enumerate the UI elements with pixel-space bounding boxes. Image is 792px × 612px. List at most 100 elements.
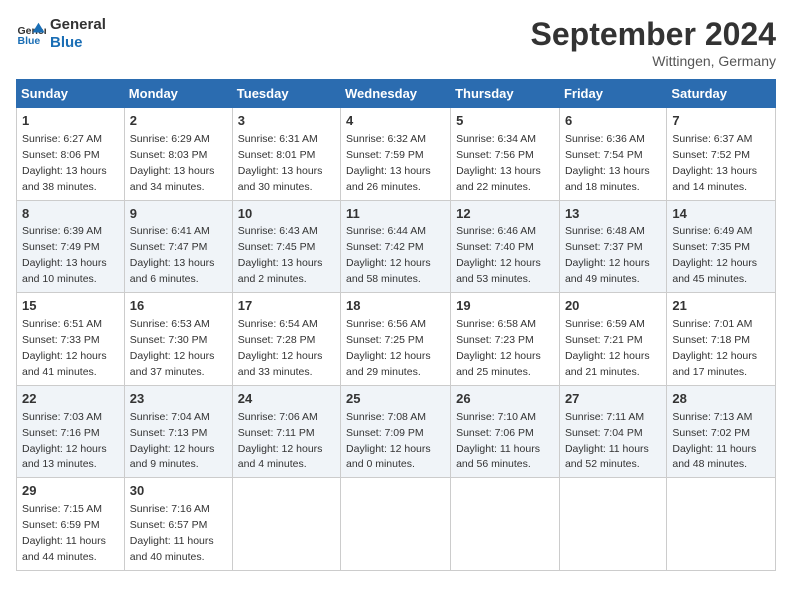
week-row-1: 1 Sunrise: 6:27 AMSunset: 8:06 PMDayligh…	[17, 108, 776, 201]
calendar-cell: 20 Sunrise: 6:59 AMSunset: 7:21 PMDaylig…	[559, 293, 666, 386]
day-number: 2	[130, 112, 227, 131]
calendar-cell: 21 Sunrise: 7:01 AMSunset: 7:18 PMDaylig…	[667, 293, 776, 386]
calendar-cell	[559, 478, 666, 571]
day-number: 20	[565, 297, 661, 316]
cell-content: Sunrise: 7:01 AMSunset: 7:18 PMDaylight:…	[672, 318, 757, 378]
calendar-cell	[451, 478, 560, 571]
day-number: 7	[672, 112, 770, 131]
day-number: 29	[22, 482, 119, 501]
calendar-cell: 30 Sunrise: 7:16 AMSunset: 6:57 PMDaylig…	[124, 478, 232, 571]
cell-content: Sunrise: 6:48 AMSunset: 7:37 PMDaylight:…	[565, 225, 650, 285]
calendar-cell: 22 Sunrise: 7:03 AMSunset: 7:16 PMDaylig…	[17, 385, 125, 478]
cell-content: Sunrise: 7:06 AMSunset: 7:11 PMDaylight:…	[238, 411, 323, 471]
calendar-cell	[232, 478, 340, 571]
month-title: September 2024	[531, 16, 776, 53]
cell-content: Sunrise: 6:41 AMSunset: 7:47 PMDaylight:…	[130, 225, 215, 285]
day-number: 14	[672, 205, 770, 224]
day-number: 22	[22, 390, 119, 409]
cell-content: Sunrise: 6:56 AMSunset: 7:25 PMDaylight:…	[346, 318, 431, 378]
day-number: 13	[565, 205, 661, 224]
logo-icon: General Blue	[16, 19, 46, 49]
week-row-5: 29 Sunrise: 7:15 AMSunset: 6:59 PMDaylig…	[17, 478, 776, 571]
cell-content: Sunrise: 6:54 AMSunset: 7:28 PMDaylight:…	[238, 318, 323, 378]
day-number: 27	[565, 390, 661, 409]
day-number: 11	[346, 205, 445, 224]
cell-content: Sunrise: 6:32 AMSunset: 7:59 PMDaylight:…	[346, 133, 431, 193]
cell-content: Sunrise: 6:58 AMSunset: 7:23 PMDaylight:…	[456, 318, 541, 378]
cell-content: Sunrise: 6:59 AMSunset: 7:21 PMDaylight:…	[565, 318, 650, 378]
week-row-4: 22 Sunrise: 7:03 AMSunset: 7:16 PMDaylig…	[17, 385, 776, 478]
calendar-cell	[667, 478, 776, 571]
day-number: 26	[456, 390, 554, 409]
logo: General Blue General Blue	[16, 16, 106, 52]
day-number: 28	[672, 390, 770, 409]
day-number: 3	[238, 112, 335, 131]
cell-content: Sunrise: 7:15 AMSunset: 6:59 PMDaylight:…	[22, 503, 106, 563]
day-number: 24	[238, 390, 335, 409]
day-number: 25	[346, 390, 445, 409]
cell-content: Sunrise: 6:39 AMSunset: 7:49 PMDaylight:…	[22, 225, 107, 285]
calendar-cell: 18 Sunrise: 6:56 AMSunset: 7:25 PMDaylig…	[341, 293, 451, 386]
day-number: 23	[130, 390, 227, 409]
weekday-header-tuesday: Tuesday	[232, 80, 340, 108]
weekday-header-friday: Friday	[559, 80, 666, 108]
calendar-cell: 29 Sunrise: 7:15 AMSunset: 6:59 PMDaylig…	[17, 478, 125, 571]
weekday-header-sunday: Sunday	[17, 80, 125, 108]
day-number: 1	[22, 112, 119, 131]
calendar-cell: 25 Sunrise: 7:08 AMSunset: 7:09 PMDaylig…	[341, 385, 451, 478]
cell-content: Sunrise: 7:04 AMSunset: 7:13 PMDaylight:…	[130, 411, 215, 471]
weekday-header-saturday: Saturday	[667, 80, 776, 108]
calendar-cell: 14 Sunrise: 6:49 AMSunset: 7:35 PMDaylig…	[667, 200, 776, 293]
day-number: 17	[238, 297, 335, 316]
week-row-2: 8 Sunrise: 6:39 AMSunset: 7:49 PMDayligh…	[17, 200, 776, 293]
cell-content: Sunrise: 6:29 AMSunset: 8:03 PMDaylight:…	[130, 133, 215, 193]
day-number: 6	[565, 112, 661, 131]
day-number: 15	[22, 297, 119, 316]
cell-content: Sunrise: 7:10 AMSunset: 7:06 PMDaylight:…	[456, 411, 540, 471]
cell-content: Sunrise: 7:03 AMSunset: 7:16 PMDaylight:…	[22, 411, 107, 471]
calendar-cell: 11 Sunrise: 6:44 AMSunset: 7:42 PMDaylig…	[341, 200, 451, 293]
calendar-cell: 16 Sunrise: 6:53 AMSunset: 7:30 PMDaylig…	[124, 293, 232, 386]
day-number: 5	[456, 112, 554, 131]
calendar-cell: 4 Sunrise: 6:32 AMSunset: 7:59 PMDayligh…	[341, 108, 451, 201]
cell-content: Sunrise: 6:53 AMSunset: 7:30 PMDaylight:…	[130, 318, 215, 378]
cell-content: Sunrise: 7:11 AMSunset: 7:04 PMDaylight:…	[565, 411, 649, 471]
calendar-cell	[341, 478, 451, 571]
cell-content: Sunrise: 6:31 AMSunset: 8:01 PMDaylight:…	[238, 133, 323, 193]
day-number: 12	[456, 205, 554, 224]
day-number: 30	[130, 482, 227, 501]
header: General Blue General Blue September 2024…	[16, 16, 776, 69]
cell-content: Sunrise: 6:44 AMSunset: 7:42 PMDaylight:…	[346, 225, 431, 285]
calendar-cell: 15 Sunrise: 6:51 AMSunset: 7:33 PMDaylig…	[17, 293, 125, 386]
day-number: 8	[22, 205, 119, 224]
cell-content: Sunrise: 6:46 AMSunset: 7:40 PMDaylight:…	[456, 225, 541, 285]
weekday-header-row: SundayMondayTuesdayWednesdayThursdayFrid…	[17, 80, 776, 108]
cell-content: Sunrise: 7:16 AMSunset: 6:57 PMDaylight:…	[130, 503, 214, 563]
cell-content: Sunrise: 7:13 AMSunset: 7:02 PMDaylight:…	[672, 411, 756, 471]
cell-content: Sunrise: 6:49 AMSunset: 7:35 PMDaylight:…	[672, 225, 757, 285]
calendar-cell: 13 Sunrise: 6:48 AMSunset: 7:37 PMDaylig…	[559, 200, 666, 293]
cell-content: Sunrise: 6:34 AMSunset: 7:56 PMDaylight:…	[456, 133, 541, 193]
calendar-cell: 19 Sunrise: 6:58 AMSunset: 7:23 PMDaylig…	[451, 293, 560, 386]
calendar-cell: 1 Sunrise: 6:27 AMSunset: 8:06 PMDayligh…	[17, 108, 125, 201]
day-number: 16	[130, 297, 227, 316]
weekday-header-thursday: Thursday	[451, 80, 560, 108]
logo-blue: Blue	[50, 34, 106, 52]
day-number: 21	[672, 297, 770, 316]
svg-text:Blue: Blue	[18, 35, 41, 47]
cell-content: Sunrise: 7:08 AMSunset: 7:09 PMDaylight:…	[346, 411, 431, 471]
cell-content: Sunrise: 6:27 AMSunset: 8:06 PMDaylight:…	[22, 133, 107, 193]
logo-general: General	[50, 16, 106, 34]
weekday-header-wednesday: Wednesday	[341, 80, 451, 108]
calendar-cell: 24 Sunrise: 7:06 AMSunset: 7:11 PMDaylig…	[232, 385, 340, 478]
calendar-cell: 17 Sunrise: 6:54 AMSunset: 7:28 PMDaylig…	[232, 293, 340, 386]
calendar-cell: 26 Sunrise: 7:10 AMSunset: 7:06 PMDaylig…	[451, 385, 560, 478]
calendar-cell: 6 Sunrise: 6:36 AMSunset: 7:54 PMDayligh…	[559, 108, 666, 201]
week-row-3: 15 Sunrise: 6:51 AMSunset: 7:33 PMDaylig…	[17, 293, 776, 386]
day-number: 9	[130, 205, 227, 224]
title-block: September 2024 Wittingen, Germany	[531, 16, 776, 69]
calendar-cell: 3 Sunrise: 6:31 AMSunset: 8:01 PMDayligh…	[232, 108, 340, 201]
calendar-table: SundayMondayTuesdayWednesdayThursdayFrid…	[16, 79, 776, 571]
day-number: 19	[456, 297, 554, 316]
weekday-header-monday: Monday	[124, 80, 232, 108]
